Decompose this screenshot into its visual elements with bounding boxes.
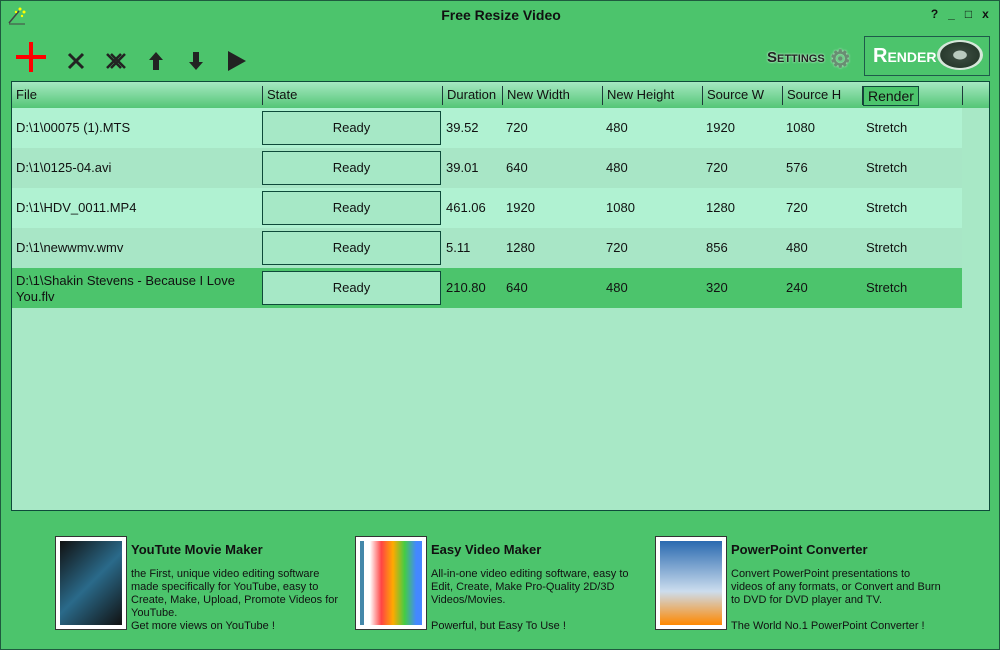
cell-source-w: 1920 <box>706 120 735 135</box>
maximize-button[interactable]: □ <box>963 7 974 21</box>
cell-source-h: 240 <box>786 280 808 295</box>
render-button[interactable]: Render <box>864 36 990 76</box>
cell-new-width: 640 <box>506 280 528 295</box>
cell-duration: 210.80 <box>446 280 486 295</box>
close-button[interactable]: x <box>980 7 991 21</box>
ad-easy-video-maker[interactable]: Easy Video Maker All-in-one video editin… <box>355 536 645 632</box>
ad-title[interactable]: PowerPoint Converter <box>731 542 868 557</box>
cell-source-w: 320 <box>706 280 728 295</box>
cell-state: Ready <box>262 231 441 265</box>
help-button[interactable]: ? <box>929 7 940 21</box>
col-end <box>962 86 967 105</box>
cell-state: Ready <box>262 111 441 145</box>
table-row[interactable]: D:\1\Shakin Stevens - Because I Love You… <box>12 268 962 308</box>
cell-file: D:\1\newwmv.wmv <box>16 240 124 255</box>
cell-state: Ready <box>262 271 441 305</box>
col-source-w[interactable]: Source W <box>702 86 764 105</box>
cell-file: D:\1\Shakin Stevens - Because I Love You… <box>16 273 235 304</box>
cell-fill: Stretch <box>866 160 908 175</box>
cell-fill: Stretch <box>866 120 908 135</box>
render-tooltip: Render <box>863 86 919 106</box>
move-down-icon[interactable] <box>180 45 212 77</box>
ad-powerpoint-converter[interactable]: PowerPoint Converter Convert PowerPoint … <box>655 536 945 632</box>
cell-duration: 5.11 <box>446 240 471 255</box>
cell-file: D:\1\00075 (1).MTS <box>16 120 131 135</box>
cell-new-height: 720 <box>606 240 628 255</box>
cell-state: Ready <box>262 191 441 225</box>
cell-fill: Stretch <box>866 240 908 255</box>
cell-new-width: 640 <box>506 160 528 175</box>
cell-source-h: 720 <box>786 200 808 215</box>
move-up-icon[interactable] <box>140 45 172 77</box>
product-box-image <box>355 536 427 630</box>
cell-source-w: 1280 <box>706 200 735 215</box>
ad-text: Convert PowerPoint presentations to vide… <box>731 568 941 632</box>
window-title: Free Resize Video <box>441 7 561 23</box>
minimize-button[interactable]: _ <box>946 7 957 21</box>
cell-file: D:\1\0125-04.avi <box>16 160 112 175</box>
cell-duration: 39.52 <box>446 120 479 135</box>
cell-source-w: 720 <box>706 160 728 175</box>
cell-new-height: 480 <box>606 280 628 295</box>
ad-youtube-movie-maker[interactable]: YouTute Movie Maker the First, unique vi… <box>55 536 345 632</box>
product-box-image <box>55 536 127 630</box>
product-box-image <box>655 536 727 630</box>
col-state[interactable]: State <box>262 86 297 105</box>
col-new-height[interactable]: New Height <box>602 86 674 105</box>
table-row[interactable]: D:\1\0125-04.avi Ready 39.01 640 480 720 576 St… <box>12 148 962 188</box>
cell-source-w: 856 <box>706 240 728 255</box>
ad-title[interactable]: YouTute Movie Maker <box>131 542 263 557</box>
cell-duration: 39.01 <box>446 160 479 175</box>
add-icon[interactable] <box>13 39 49 75</box>
play-icon[interactable] <box>220 45 252 77</box>
cell-source-h: 1080 <box>786 120 815 135</box>
cell-fill: Stretch <box>866 200 908 215</box>
col-source-h[interactable]: Source H <box>782 86 841 105</box>
col-new-width[interactable]: New Width <box>502 86 570 105</box>
cell-fill: Stretch <box>866 280 908 295</box>
cell-file: D:\1\HDV_0011.MP4 <box>16 200 137 215</box>
ad-title[interactable]: Easy Video Maker <box>431 542 541 557</box>
table-row[interactable]: D:\1\HDV_0011.MP4 Ready 461.06 1920 1080 1280… <box>12 188 962 228</box>
cell-new-height: 480 <box>606 120 628 135</box>
render-label: Render <box>873 45 937 67</box>
ad-text: the First, unique video editing software… <box>131 568 339 632</box>
remove-icon[interactable] <box>60 45 92 77</box>
settings-button[interactable]: ⚙ Settings <box>767 45 851 73</box>
file-table: File State Duration New Width New Height… <box>11 81 990 511</box>
cell-new-width: 1920 <box>506 200 535 215</box>
gear-icon: ⚙ <box>829 46 851 73</box>
cell-duration: 461.06 <box>446 200 486 215</box>
remove-all-icon[interactable] <box>100 45 132 77</box>
settings-label: Settings <box>767 49 825 66</box>
cell-source-h: 576 <box>786 160 808 175</box>
ad-text: All-in-one video editing software, easy … <box>431 568 629 632</box>
table-header: File State Duration New Width New Height… <box>12 82 989 108</box>
cell-state: Ready <box>262 151 441 185</box>
cell-new-height: 480 <box>606 160 628 175</box>
table-row[interactable]: D:\1\00075 (1).MTS Ready 39.52 720 480 1920 10… <box>12 108 962 148</box>
cell-new-width: 720 <box>506 120 528 135</box>
col-duration[interactable]: Duration <box>442 86 496 105</box>
table-row[interactable]: D:\1\newwmv.wmv Ready 5.11 1280 720 856 480 Str… <box>12 228 962 268</box>
cell-new-width: 1280 <box>506 240 535 255</box>
film-reel-icon <box>937 40 983 70</box>
col-file[interactable]: File <box>12 86 37 105</box>
cell-source-h: 480 <box>786 240 808 255</box>
cell-new-height: 1080 <box>606 200 635 215</box>
